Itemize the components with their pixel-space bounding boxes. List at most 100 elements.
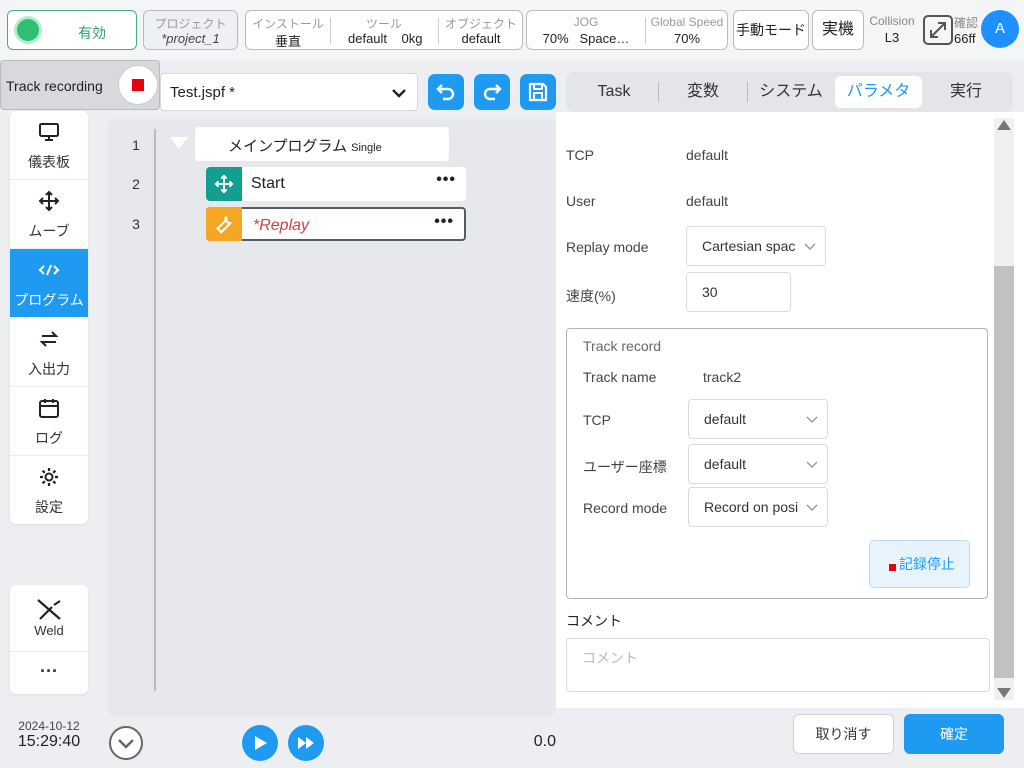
comment-label: コメント <box>566 613 622 629</box>
track-tcp-label: TCP <box>583 412 611 428</box>
sidebar-item-move[interactable]: ムーブ <box>10 180 88 249</box>
main-program-node[interactable]: メインプログラム Single <box>195 127 449 161</box>
record-mode-label: Record mode <box>583 500 668 516</box>
line-number: 3 <box>132 216 140 232</box>
collision-label: Collision <box>869 14 915 28</box>
move-icon <box>214 174 234 194</box>
node-label: Start <box>251 175 285 192</box>
user-value: default <box>686 193 729 209</box>
confirm-button[interactable]: 確定 <box>904 714 1004 754</box>
tab-run[interactable]: 実行 <box>922 76 1010 108</box>
tool-segment[interactable]: ツール default 0kg <box>331 11 437 49</box>
tcp-value: default <box>686 147 729 163</box>
tab-task[interactable]: Task <box>570 76 658 108</box>
enable-label: 有効 <box>78 25 106 41</box>
weld-icon <box>37 599 61 620</box>
scrollbar-thumb[interactable] <box>994 266 1014 678</box>
expand-icon[interactable] <box>923 15 953 45</box>
sidebar-item-label: 入出力 <box>28 361 70 377</box>
file-select[interactable]: Test.jspf * <box>160 73 418 111</box>
sidebar-item-io[interactable]: 入出力 <box>10 318 88 387</box>
comment-textarea[interactable]: コメント <box>566 638 990 692</box>
gutter-divider <box>154 129 156 691</box>
object-segment[interactable]: オブジェクト default <box>439 11 523 49</box>
sidebar-item-program[interactable]: プログラム <box>10 249 88 318</box>
stop-icon <box>132 79 144 91</box>
sidebar-item-settings[interactable]: 設定 <box>10 456 88 525</box>
user-label: User <box>566 193 596 209</box>
track-record-title: Track record <box>583 338 662 354</box>
save-button[interactable] <box>520 74 556 110</box>
scroll-up-icon[interactable] <box>997 120 1011 130</box>
cancel-button[interactable]: 取り消す <box>793 714 894 754</box>
user-coord-value: default <box>704 456 747 472</box>
tab-parameters[interactable]: パラメタ <box>835 76 922 108</box>
tab-system[interactable]: システム <box>748 76 834 108</box>
sidebar-item-label: ログ <box>35 430 63 446</box>
scroll-down-circle-icon[interactable] <box>108 725 144 761</box>
execution-counter: 0.0 <box>533 733 556 750</box>
main-program-label: メインプログラム Single <box>228 138 382 155</box>
code-icon <box>38 264 60 276</box>
stop-record-label: 記録停止 <box>899 556 955 572</box>
record-mode-value: Record on posi <box>704 499 799 515</box>
track-name-label: Track name <box>583 369 657 385</box>
sidebar-item-label: Weld <box>34 623 64 638</box>
enable-toggle[interactable]: 有効 <box>7 10 137 50</box>
confirm-status: 確認 66ff <box>954 14 982 46</box>
parameter-panel: TCP default User default Replay mode Car… <box>556 112 1024 708</box>
speed-input[interactable]: 30 <box>686 272 791 312</box>
real-robot-button[interactable]: 実機 <box>812 10 864 50</box>
user-coord-select[interactable]: default <box>688 444 828 484</box>
project-selector[interactable]: プロジェクト *project_1 <box>143 10 238 50</box>
status-bar: 有効 プロジェクト *project_1 インストール 垂直 ツール defau… <box>0 0 1024 60</box>
sidebar: 儀表板 ムーブ プログラム 入出力 ログ 設定 <box>10 111 88 524</box>
global-speed-value: 70% <box>673 31 701 46</box>
tcp-label: TCP <box>566 147 594 163</box>
step-button[interactable] <box>288 725 324 761</box>
line-number: 2 <box>132 176 140 192</box>
play-icon <box>255 736 267 750</box>
sidebar-item-label: 儀表板 <box>28 154 70 170</box>
sidebar-item-label: ムーブ <box>28 223 70 239</box>
install-tool-object-panel[interactable]: インストール 垂直 ツール default 0kg オブジェクト default <box>245 10 523 50</box>
enable-indicator-icon <box>17 19 39 41</box>
undo-icon <box>436 84 455 101</box>
sidebar-item-log[interactable]: ログ <box>10 387 88 456</box>
jog-value: 70% Space… <box>542 31 630 46</box>
collision-value: L3 <box>884 30 900 45</box>
collision-level[interactable]: Collision L3 <box>868 14 916 45</box>
redo-button[interactable] <box>474 74 510 110</box>
record-mode-select[interactable]: Record on posi <box>688 487 828 527</box>
track-recording-indicator[interactable]: Track recording <box>0 60 160 110</box>
sidebar-item-dashboard[interactable]: 儀表板 <box>10 111 88 180</box>
project-value: *project_1 <box>161 31 220 46</box>
chevron-down-icon <box>804 243 816 250</box>
program-node-start[interactable]: Start ••• <box>206 167 466 201</box>
tab-variables[interactable]: 変数 <box>659 76 747 108</box>
wrench-icon <box>216 216 234 234</box>
install-segment[interactable]: インストール 垂直 <box>246 11 330 49</box>
node-more-button[interactable]: ••• <box>434 213 454 231</box>
undo-button[interactable] <box>428 74 464 110</box>
sidebar-more-button[interactable]: ··· <box>10 653 88 694</box>
jog-segment[interactable]: JOG 70% Space… <box>527 11 645 49</box>
jog-speed-panel[interactable]: JOG 70% Space… Global Speed 70% <box>526 10 728 50</box>
project-label: プロジェクト <box>154 17 227 31</box>
track-recording-label: Track recording <box>6 78 103 94</box>
collapse-triangle-icon[interactable] <box>170 137 188 149</box>
play-button[interactable] <box>242 725 278 761</box>
program-tree: 1 2 3 メインプログラム Single Start ••• *Replay •… <box>108 119 556 716</box>
manual-mode-button[interactable]: 手動モード <box>733 10 809 50</box>
node-more-button[interactable]: ••• <box>436 171 456 189</box>
stop-record-button[interactable]: 記録停止 <box>869 540 970 588</box>
track-tcp-select[interactable]: default <box>688 399 828 439</box>
sidebar-item-weld[interactable]: Weld <box>10 585 88 652</box>
replay-mode-select[interactable]: Cartesian spac <box>686 226 826 266</box>
stop-recording-button[interactable] <box>118 65 158 105</box>
avatar[interactable]: A <box>981 10 1019 48</box>
global-speed-segment[interactable]: Global Speed 70% <box>646 11 728 49</box>
program-node-replay[interactable]: *Replay ••• <box>206 207 466 241</box>
chevron-down-icon <box>806 416 818 423</box>
scroll-down-icon[interactable] <box>997 688 1011 698</box>
